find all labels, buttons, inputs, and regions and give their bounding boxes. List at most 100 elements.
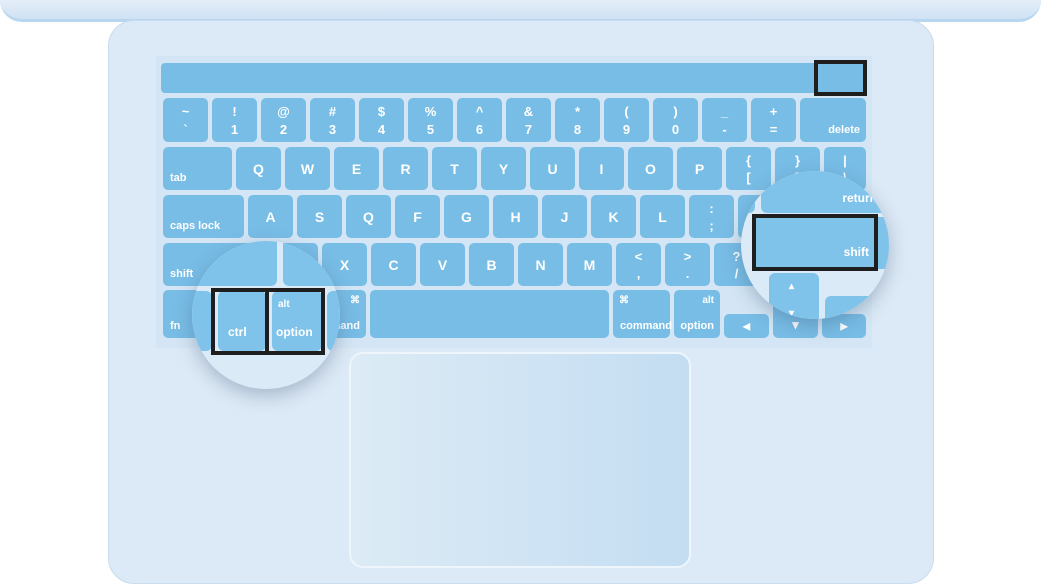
key-label: 7 [524, 122, 533, 137]
key-label: ) [673, 104, 678, 119]
key[interactable]: option alt [674, 290, 720, 338]
key-label: L [658, 208, 667, 225]
key[interactable]: ! 1 [212, 98, 257, 142]
key[interactable]: (9 [604, 98, 649, 142]
key[interactable]: ^ 6 [457, 98, 502, 142]
key[interactable]: delete [800, 98, 866, 142]
key[interactable]: P [677, 147, 722, 190]
key-label: H [510, 208, 521, 225]
key-label: ~ [181, 104, 190, 119]
trackpad[interactable] [349, 352, 691, 568]
key[interactable]: command ⌘ [613, 290, 672, 338]
key-label: : [709, 201, 714, 216]
key[interactable]: G [444, 195, 489, 238]
key-label: T [450, 160, 459, 177]
key[interactable]: caps lock [163, 195, 244, 238]
key-label: V [437, 256, 448, 273]
key[interactable]: $4 [359, 98, 404, 142]
key-label: + [769, 104, 778, 119]
key[interactable]: H [493, 195, 538, 238]
key-label: N [535, 256, 546, 273]
key-label: < [634, 249, 643, 264]
key-label: | [843, 153, 847, 168]
key[interactable]: Q [346, 195, 391, 238]
key-label: delete [828, 124, 860, 136]
key-label: ◂ [742, 317, 751, 334]
key[interactable]: ~ ` [163, 98, 208, 142]
arrow-up-icon: ▴ [789, 281, 795, 292]
key[interactable]: M [567, 243, 612, 286]
key-label: ; [709, 218, 714, 233]
key-label: , [636, 266, 641, 281]
key-label: E [351, 160, 362, 177]
return-label: return [842, 191, 877, 205]
key-label: R [400, 160, 411, 177]
key-label: O [645, 160, 656, 177]
shift-highlight [752, 214, 878, 271]
key[interactable]: I [579, 147, 624, 190]
key[interactable] [370, 290, 609, 338]
key-label: U [547, 160, 558, 177]
key[interactable]: Y [481, 147, 526, 190]
key[interactable]: L [640, 195, 685, 238]
key-label: % [424, 104, 437, 119]
return-key[interactable]: return [761, 171, 889, 213]
key-label: ⌘ [350, 295, 360, 306]
key-label: . [685, 266, 690, 281]
key[interactable]: ◂ [724, 314, 769, 338]
key[interactable]: % 5 [408, 98, 453, 142]
key[interactable]: _ - [702, 98, 747, 142]
key[interactable]: O [628, 147, 673, 190]
laptop-lid [0, 0, 1041, 22]
key[interactable]: U [530, 147, 575, 190]
key-label: caps lock [170, 220, 221, 232]
key-label: A [265, 208, 276, 225]
key-label: M [583, 256, 596, 273]
key-label: ^ [475, 104, 484, 119]
key[interactable]: C [371, 243, 416, 286]
key-label: 4 [377, 122, 386, 137]
key[interactable]: E [334, 147, 379, 190]
key[interactable]: <, [616, 243, 661, 286]
key[interactable]: A [248, 195, 293, 238]
key[interactable]: W [285, 147, 330, 190]
key[interactable]: >. [665, 243, 710, 286]
key-label: - [722, 122, 727, 137]
key-label: Q [253, 160, 264, 177]
key-label: C [388, 256, 399, 273]
key[interactable]: ) 0 [653, 98, 698, 142]
key[interactable]: S [297, 195, 342, 238]
key-label: { [745, 153, 752, 168]
key[interactable]: J [542, 195, 587, 238]
key[interactable]: F [395, 195, 440, 238]
key[interactable]: N [518, 243, 563, 286]
key-label: 1 [230, 122, 239, 137]
key[interactable]: @2 [261, 98, 306, 142]
key[interactable]: T [432, 147, 477, 190]
key-label: $ [377, 104, 386, 119]
key[interactable]: tab [163, 147, 232, 190]
key-label: command [620, 320, 672, 332]
key[interactable]: :; [689, 195, 734, 238]
key-label: alt [702, 295, 714, 306]
key-label: _ [720, 104, 729, 119]
key[interactable]: V [420, 243, 465, 286]
key[interactable]: R [383, 147, 428, 190]
key[interactable]: K [591, 195, 636, 238]
arrow-up-key[interactable]: ▴ ▾ [769, 273, 819, 319]
key-label: # [328, 104, 337, 119]
key-label: > [683, 249, 692, 264]
key-label: ( [624, 104, 629, 119]
key[interactable]: #3 [310, 98, 355, 142]
key-label: ▾ [792, 317, 799, 332]
key[interactable]: * 8 [555, 98, 600, 142]
key-label: 8 [573, 122, 582, 137]
key-label: option [680, 320, 714, 332]
key[interactable]: + = [751, 98, 796, 142]
key-label: 6 [475, 122, 484, 137]
key-label: P [694, 160, 705, 177]
key[interactable]: Q [236, 147, 281, 190]
key-label: 2 [279, 122, 288, 137]
key[interactable]: B [469, 243, 514, 286]
key[interactable]: & 7 [506, 98, 551, 142]
